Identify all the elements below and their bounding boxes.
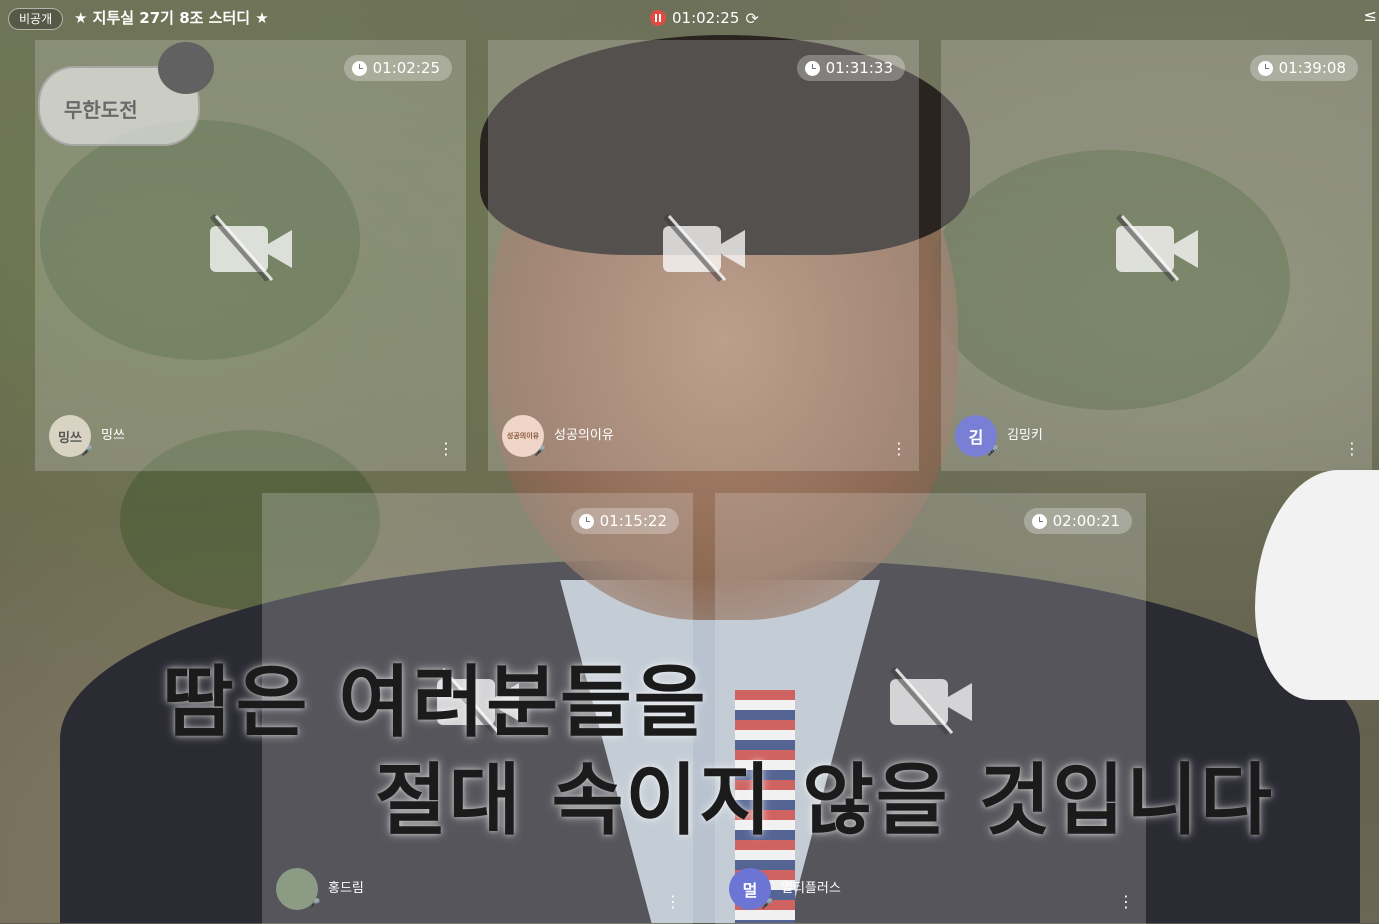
study-time-text: 02:00:21 [1052, 512, 1120, 530]
more-vertical-icon[interactable]: ⋮ [438, 441, 454, 457]
top-bar: 비공개 ★ 지투실 27기 8조 스터디 ★ 01:02:25 ⟳ ≤ [0, 0, 1379, 36]
clock-icon [351, 60, 367, 76]
clock-icon [578, 513, 594, 529]
mic-off-icon: 🎤 [81, 446, 94, 457]
participant-tile[interactable]: 01:31:33 성공의이유 🎤 성공의이유 ⋮ [488, 40, 919, 471]
participant-tile[interactable]: 01:39:08 김 🎤 김밍키 ⋮ [941, 40, 1372, 471]
participant-tile[interactable]: 02:00:21 멀 🎤 멀티플러스 ⋮ [715, 493, 1146, 924]
more-vertical-icon[interactable]: ⋮ [1118, 894, 1134, 910]
avatar-text: 밍쓰 [58, 430, 82, 446]
study-time-text: 01:15:22 [599, 512, 667, 530]
study-time-badge: 01:31:33 [796, 55, 905, 81]
avatar-text: 멀 [742, 881, 758, 900]
more-vertical-icon[interactable]: ⋮ [665, 894, 681, 910]
camera-off-icon [662, 213, 745, 282]
mic-off-icon: 🎤 [534, 446, 547, 457]
subtitle-line-1: 땀은 여러분들을 [162, 658, 708, 748]
clock-icon [804, 60, 820, 76]
background-hat [1255, 470, 1379, 700]
study-time-text: 01:31:33 [825, 59, 893, 77]
avatar-text: 김 [968, 428, 984, 447]
more-vertical-icon[interactable]: ⋮ [891, 441, 907, 457]
participant-name: 밍쓰 [101, 428, 125, 443]
study-time-badge: 01:15:22 [570, 508, 679, 534]
more-vertical-icon[interactable]: ⋮ [1344, 441, 1360, 457]
refresh-icon[interactable]: ⟳ [745, 9, 758, 28]
camera-off-icon [209, 213, 292, 282]
study-time-badge: 02:00:21 [1023, 508, 1132, 534]
study-time-text: 01:02:25 [372, 59, 440, 77]
session-timer: 01:02:25 ⟳ [650, 8, 759, 28]
mic-off-icon: 🎤 [761, 899, 774, 910]
clock-icon [1031, 513, 1047, 529]
participant-tile[interactable]: 01:02:25 밍쓰 🎤 밍쓰 ⋮ [35, 40, 466, 471]
participant-name: 멀티플러스 [781, 881, 841, 896]
study-time-badge: 01:39:08 [1249, 55, 1358, 81]
session-timer-text: 01:02:25 [672, 9, 740, 27]
participant-name: 김밍키 [1007, 428, 1043, 443]
camera-off-icon [1115, 213, 1198, 282]
camera-off-icon [889, 666, 972, 735]
clock-icon [1257, 60, 1273, 76]
study-time-badge: 01:02:25 [343, 55, 452, 81]
room-title: ★ 지투실 27기 8조 스터디 ★ [74, 9, 269, 27]
collapse-icon[interactable]: ≤ [1364, 6, 1377, 25]
participant-name: 홍드림 [328, 881, 364, 896]
study-time-text: 01:39:08 [1278, 59, 1346, 77]
private-badge: 비공개 [8, 8, 64, 30]
pause-record-icon[interactable] [650, 10, 666, 26]
avatar-text: 성공의이유 [506, 432, 540, 440]
participant-name: 성공의이유 [554, 428, 614, 443]
subtitle-line-2: 절대 속이지 않을 것입니다 [375, 756, 1274, 846]
mic-off-icon: 🎤 [987, 446, 1000, 457]
mic-off-icon: 🎤 [308, 899, 321, 910]
